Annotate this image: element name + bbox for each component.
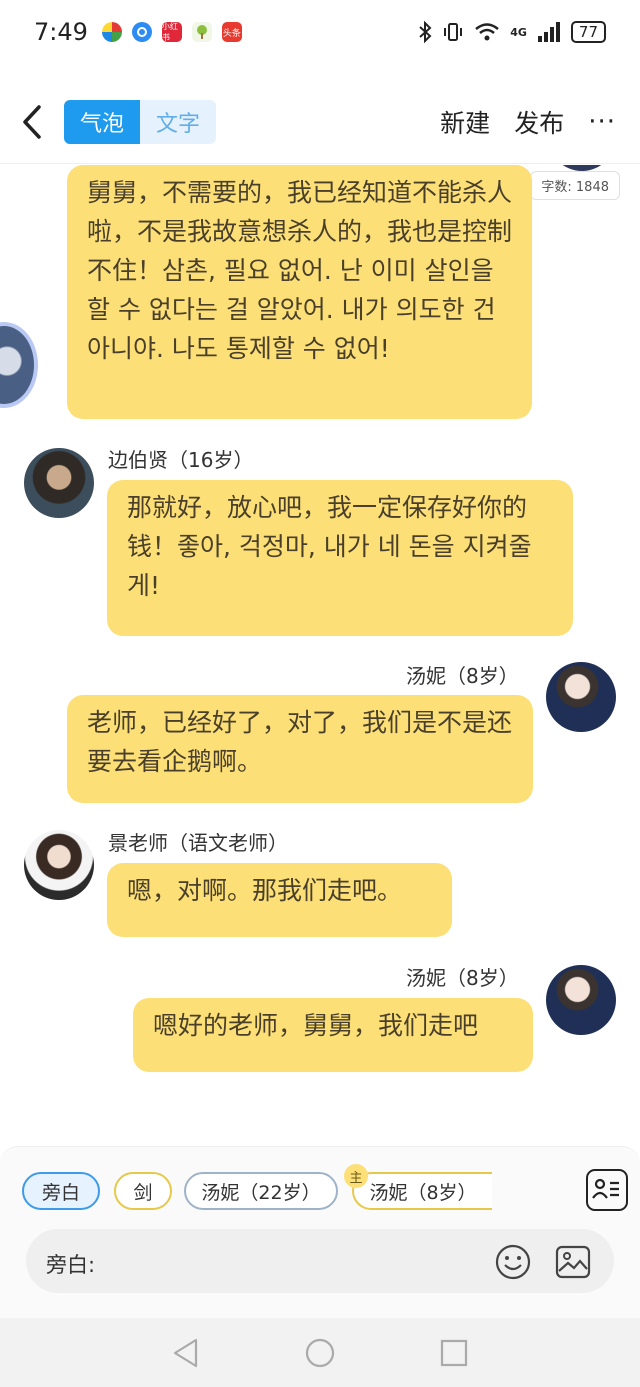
role-list-button[interactable] xyxy=(586,1169,628,1211)
avatar[interactable] xyxy=(24,830,94,900)
new-button[interactable]: 新建 xyxy=(440,104,490,140)
message-bubble[interactable]: 舅舅，不需要的，我已经知道不能杀人啦，不是我故意想杀人的，我也是控制不住！삼촌,… xyxy=(67,165,532,419)
system-recents-icon[interactable] xyxy=(439,1338,469,1368)
more-icon[interactable]: ··· xyxy=(588,107,616,137)
bluetooth-icon xyxy=(419,21,432,43)
role-chip-sword[interactable]: 剑 xyxy=(114,1172,172,1210)
compose-panel: 旁白 剑 汤妮（22岁） 汤妮（8岁） 主 旁白: xyxy=(0,1146,640,1318)
speaker-name: 景老师（语文老师） xyxy=(108,831,288,855)
back-arrow-icon xyxy=(23,104,41,139)
avatar[interactable] xyxy=(24,448,94,518)
vibrate-icon xyxy=(444,23,463,41)
main-role-badge: 主 xyxy=(344,1164,368,1188)
message-text: 老师，已经好了，对了，我们是不是还要去看企鹅啊。 xyxy=(87,708,513,776)
signal-icon xyxy=(537,22,560,42)
system-home-icon[interactable] xyxy=(304,1337,336,1369)
message-text: 嗯好的老师，舅舅，我们走吧 xyxy=(153,1011,479,1040)
nav-actions: 新建 发布 ··· xyxy=(440,104,640,140)
xiaohongshu-app-icon: 小红书 xyxy=(161,22,182,42)
status-indicators: 4G 77 xyxy=(418,21,606,43)
speaker-name: 边伯贤（16岁） xyxy=(108,448,254,472)
message-bubble[interactable]: 老师，已经好了，对了，我们是不是还要去看企鹅啊。 xyxy=(67,695,533,803)
multicolor-app-icon xyxy=(101,22,122,42)
message-text: 舅舅，不需要的，我已经知道不能杀人啦，不是我故意想杀人的，我也是控制不住！삼촌,… xyxy=(87,178,513,363)
battery-indicator: 77 xyxy=(570,21,606,43)
top-nav-bar: 气泡 文字 新建 发布 ··· xyxy=(0,80,640,164)
message-bubble[interactable]: 嗯好的老师，舅舅，我们走吧 xyxy=(133,998,533,1072)
role-chip-tangni-8[interactable]: 汤妮（8岁） xyxy=(352,1172,492,1210)
tree-app-icon xyxy=(191,22,212,42)
message-bubble[interactable]: 那就好，放心吧，我一定保存好你的钱！좋아, 걱정마, 내가 네 돈을 지켜줄게! xyxy=(107,480,573,636)
wifi-icon xyxy=(475,23,500,41)
system-nav-bar xyxy=(0,1318,640,1387)
message-text: 嗯，对啊。那我们走吧。 xyxy=(127,876,403,905)
publish-button[interactable]: 发布 xyxy=(514,104,564,140)
network-type: 4G xyxy=(510,25,527,39)
input-role-label: 旁白: xyxy=(46,1253,96,1277)
role-chip-tangni-22[interactable]: 汤妮（22岁） xyxy=(184,1172,338,1210)
role-chip-narration[interactable]: 旁白 xyxy=(22,1172,100,1210)
word-count-badge: 字数: 1848 xyxy=(530,171,620,200)
status-bar: 7:49 小红书 头条 4G 77 xyxy=(0,0,640,64)
message-bubble[interactable]: 嗯，对啊。那我们走吧。 xyxy=(107,863,452,937)
message-text: 那就好，放心吧，我一定保存好你的钱！좋아, 걱정마, 내가 네 돈을 지켜줄게! xyxy=(127,493,532,600)
tab-bubble[interactable]: 气泡 xyxy=(64,99,140,144)
chat-area[interactable]: 字数: 1848 舅舅，不需要的，我已经知道不能杀人啦，不是我故意想杀人的，我也… xyxy=(0,165,640,1140)
system-back-icon[interactable] xyxy=(171,1337,201,1369)
message-input[interactable]: 旁白: xyxy=(26,1229,614,1293)
emoji-icon[interactable] xyxy=(494,1243,532,1281)
avatar[interactable] xyxy=(0,322,38,408)
avatar[interactable] xyxy=(546,662,616,732)
speaker-name: 汤妮（8岁） xyxy=(406,966,519,990)
back-button[interactable] xyxy=(0,80,64,164)
speaker-name: 汤妮（8岁） xyxy=(406,664,519,688)
image-icon[interactable] xyxy=(554,1243,592,1281)
avatar[interactable] xyxy=(546,965,616,1035)
status-time: 7:49 xyxy=(34,18,88,46)
view-mode-toggle: 气泡 文字 xyxy=(64,99,216,144)
toutiao-app-icon: 头条 xyxy=(221,22,242,42)
blue-circle-app-icon xyxy=(131,22,152,42)
tab-text[interactable]: 文字 xyxy=(140,100,216,144)
contact-card-icon xyxy=(592,1178,619,1199)
